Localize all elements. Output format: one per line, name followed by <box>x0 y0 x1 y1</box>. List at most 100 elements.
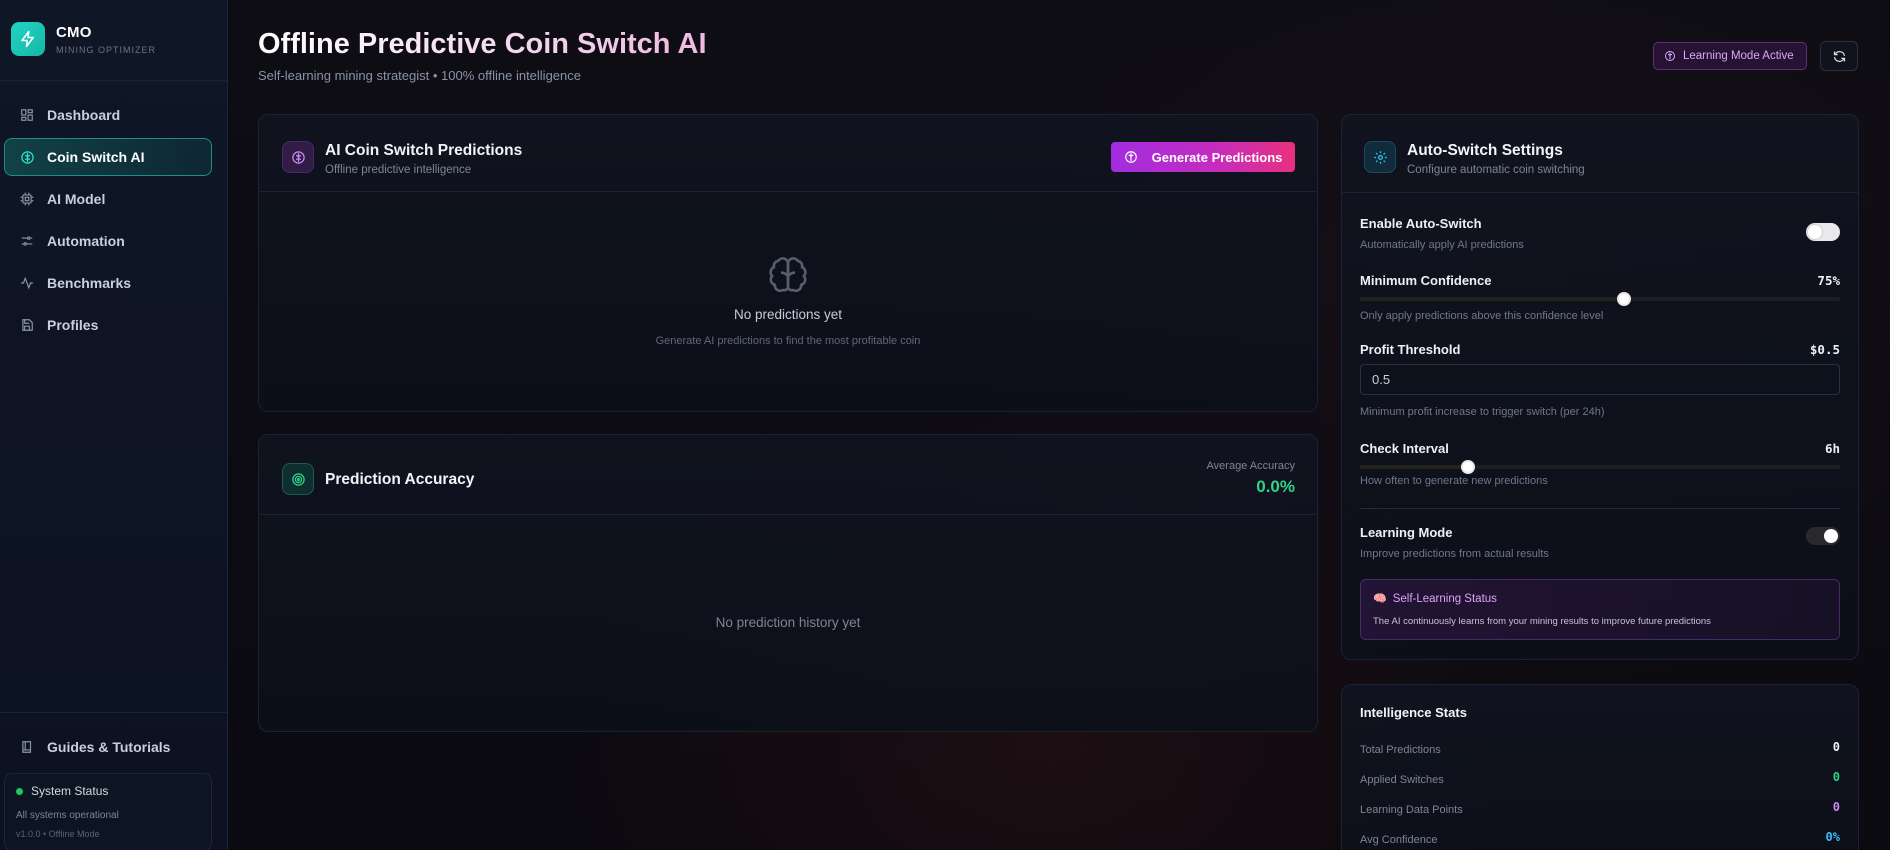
average-accuracy-value: 0.0% <box>1256 477 1295 496</box>
system-status-card: System Status All systems operational v1… <box>4 773 212 850</box>
dashboard-icon <box>19 107 35 123</box>
cpu-icon <box>19 191 35 207</box>
stats-title: Intelligence Stats <box>1360 705 1467 720</box>
setting-label: Minimum Confidence <box>1360 273 1492 288</box>
sidebar-item-label: Coin Switch AI <box>47 149 145 165</box>
minimum-confidence-value: 75% <box>1817 273 1840 288</box>
learning-mode-toggle[interactable] <box>1806 527 1840 545</box>
slider-fill <box>1360 297 1624 301</box>
setting-label: Profit Threshold <box>1360 342 1461 357</box>
auto-switch-setting: Enable Auto-Switch Automatically apply A… <box>1360 216 1840 256</box>
activity-icon <box>19 275 35 291</box>
stat-row: Learning Data Points 0 <box>1360 800 1840 816</box>
stat-value: 0 <box>1832 740 1840 754</box>
sidebar-item-label: AI Model <box>47 191 106 207</box>
toggle-knob <box>1824 529 1838 543</box>
sidebar: CMO MINING OPTIMIZER Dashboard Coin Swit… <box>0 0 228 850</box>
sidebar-item-label: Automation <box>47 233 125 249</box>
auto-switch-settings-card: Auto-Switch Settings Configure automatic… <box>1341 114 1859 660</box>
sidebar-item-label: Guides & Tutorials <box>47 739 171 755</box>
check-interval-slider[interactable] <box>1360 460 1840 474</box>
check-interval-setting: Check Interval 6h How often to generate … <box>1360 441 1840 491</box>
stat-value: 0% <box>1825 830 1840 844</box>
predictions-card: AI Coin Switch Predictions Offline predi… <box>258 114 1318 412</box>
prediction-accuracy-card: Prediction Accuracy Average Accuracy 0.0… <box>258 434 1318 732</box>
auto-switch-toggle[interactable] <box>1806 223 1840 241</box>
stat-row: Applied Switches 0 <box>1360 770 1840 786</box>
brain-outline-icon <box>259 255 1317 297</box>
stat-label: Applied Switches <box>1360 774 1444 786</box>
self-learning-text: The AI continuously learns from your min… <box>1373 616 1711 627</box>
sidebar-item-automation[interactable]: Automation <box>4 222 212 260</box>
status-dot-icon <box>16 787 23 795</box>
status-message: All systems operational <box>16 810 119 821</box>
minimum-confidence-setting: Minimum Confidence 75% Only apply predic… <box>1360 273 1840 333</box>
app-subtitle: MINING OPTIMIZER <box>56 44 156 55</box>
learning-mode-badge: Learning Mode Active <box>1653 42 1807 70</box>
sidebar-item-guides[interactable]: Guides & Tutorials <box>4 728 212 766</box>
brain-icon <box>1664 50 1676 62</box>
sidebar-divider <box>0 712 227 713</box>
sidebar-item-profiles[interactable]: Profiles <box>4 306 212 344</box>
sliders-icon <box>19 233 35 249</box>
brain-icon <box>1124 150 1138 164</box>
accuracy-empty-state: No prediction history yet <box>715 615 861 630</box>
brain-emoji-icon: 🧠 <box>1373 593 1387 605</box>
sidebar-item-dashboard[interactable]: Dashboard <box>4 96 212 134</box>
learning-badge-label: Learning Mode Active <box>1683 50 1794 62</box>
slider-handle[interactable] <box>1461 460 1476 474</box>
guides-section: Guides & Tutorials <box>4 728 212 770</box>
gear-icon <box>1364 141 1396 173</box>
stat-value: 0 <box>1832 800 1840 814</box>
setting-label: Enable Auto-Switch <box>1360 216 1482 231</box>
generate-predictions-label: Generate Predictions <box>1151 149 1283 165</box>
learning-mode-setting: Learning Mode Improve predictions from a… <box>1360 525 1840 565</box>
profit-threshold-value: $0.5 <box>1809 342 1840 357</box>
brand[interactable]: CMO MINING OPTIMIZER <box>11 22 156 56</box>
status-title: System Status <box>31 784 109 798</box>
stat-label: Learning Data Points <box>1360 804 1463 816</box>
profit-threshold-setting: Profit Threshold $0.5 0.5 Minimum profit… <box>1360 342 1840 422</box>
app-name: CMO <box>56 23 92 41</box>
settings-divider <box>1360 508 1840 509</box>
setting-label: Check Interval <box>1360 441 1449 456</box>
stat-value: 0 <box>1832 770 1840 784</box>
profit-threshold-input[interactable]: 0.5 <box>1360 364 1840 395</box>
generate-predictions-button[interactable]: Generate Predictions <box>1111 142 1295 172</box>
minimum-confidence-slider[interactable] <box>1360 292 1840 306</box>
predictions-title: AI Coin Switch Predictions <box>325 142 523 159</box>
lightning-logo-icon <box>11 22 45 56</box>
brain-icon <box>19 149 35 165</box>
accuracy-title: Prediction Accuracy <box>325 471 475 488</box>
sidebar-nav: Dashboard Coin Switch AI AI Model Automa… <box>4 96 212 348</box>
sidebar-item-coin-switch-ai[interactable]: Coin Switch AI <box>4 138 212 176</box>
sidebar-divider <box>0 80 227 81</box>
average-accuracy-label: Average Accuracy <box>1206 460 1295 472</box>
setting-help: How often to generate new predictions <box>1360 475 1548 487</box>
page-title: Offline Predictive Coin Switch AI <box>258 28 707 60</box>
stat-row: Total Predictions 0 <box>1360 740 1840 756</box>
setting-help: Minimum profit increase to trigger switc… <box>1360 406 1605 418</box>
empty-title: No predictions yet <box>733 307 843 322</box>
sidebar-item-label: Dashboard <box>47 107 121 123</box>
settings-title: Auto-Switch Settings <box>1407 142 1563 159</box>
setting-help: Only apply predictions above this confid… <box>1360 310 1604 322</box>
setting-label: Learning Mode <box>1360 525 1453 540</box>
setting-help: Automatically apply AI predictions <box>1360 239 1524 251</box>
refresh-icon <box>1833 50 1845 62</box>
page-subtitle: Self-learning mining strategist • 100% o… <box>258 68 581 83</box>
sidebar-item-label: Profiles <box>47 317 99 333</box>
sidebar-item-benchmarks[interactable]: Benchmarks <box>4 264 212 302</box>
brain-icon <box>282 141 314 173</box>
slider-fill <box>1360 465 1469 469</box>
self-learning-status-panel: 🧠 Self-Learning Status The AI continuous… <box>1360 579 1840 640</box>
self-learning-title: Self-Learning Status <box>1392 592 1497 605</box>
refresh-button[interactable] <box>1820 41 1858 71</box>
sidebar-item-ai-model[interactable]: AI Model <box>4 180 212 218</box>
toggle-knob <box>1808 225 1822 239</box>
stat-label: Avg Confidence <box>1360 834 1438 846</box>
predictions-subtitle: Offline predictive intelligence <box>325 164 472 176</box>
status-version: v1.0.0 • Offline Mode <box>16 829 100 839</box>
intelligence-stats-card: Intelligence Stats Total Predictions 0 A… <box>1341 684 1859 850</box>
slider-handle[interactable] <box>1617 292 1631 306</box>
